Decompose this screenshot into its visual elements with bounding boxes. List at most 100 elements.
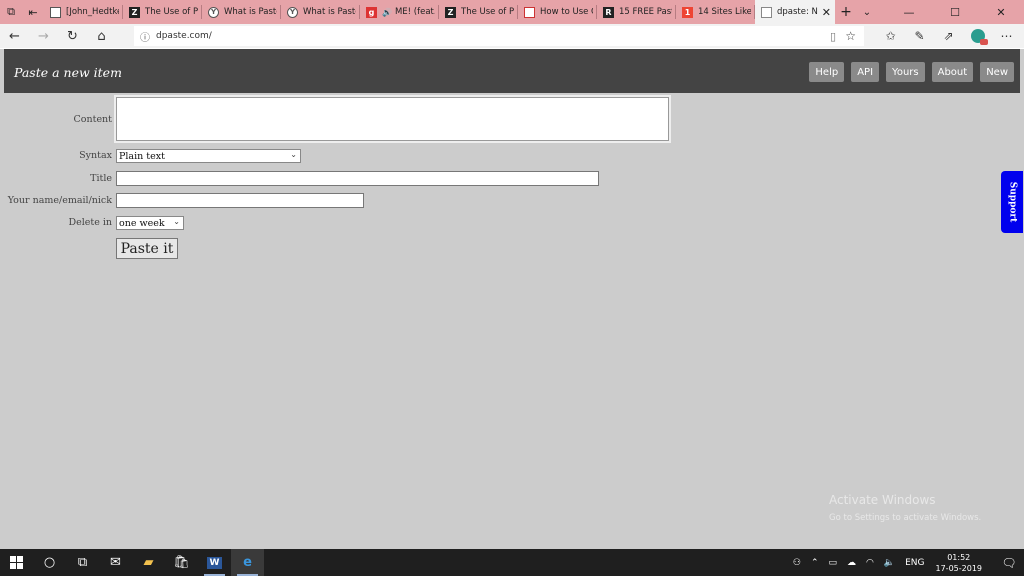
language-indicator[interactable]: ENG (900, 558, 929, 568)
address-toolbar: ← → ↻ ⌂ ⓘ dpaste.com/ ▯ ☆ ✩ ✎ ⇗ ⋯ (0, 24, 1024, 48)
wifi-icon[interactable]: ◠ (861, 558, 879, 568)
tab-strip: ⧉ ⇤ [John_Hedtke, Z The Use of Pa Y What… (0, 0, 1024, 24)
tab-label: ME! (feat. (394, 7, 435, 17)
content-label: Content (73, 114, 112, 125)
tab-set-aside-icon[interactable]: ⧉ (0, 0, 22, 24)
paste-it-button[interactable]: Paste it (116, 238, 178, 259)
site-nav: Help API Yours About New (809, 62, 1014, 82)
chevron-down-icon: ⌄ (173, 217, 180, 226)
share-icon[interactable]: ⇗ (934, 24, 963, 48)
task-view-icon[interactable]: ⧉ (66, 549, 99, 576)
pen-icon[interactable]: ✎ (905, 24, 934, 48)
web-page: Paste a new item Help API Yours About Ne… (0, 49, 1024, 549)
tab-label: The Use of Pa (145, 7, 198, 17)
support-button[interactable]: Support (1001, 171, 1023, 233)
browser-tab-active[interactable]: dpaste: N ✕ (755, 0, 835, 24)
new-tab-icon[interactable]: + (835, 0, 857, 24)
r-site-icon: R (603, 6, 614, 18)
tab-label: How to Use C (540, 7, 593, 17)
content-textarea[interactable] (114, 95, 671, 143)
notifications-icon[interactable]: 🗨 (994, 549, 1024, 576)
refresh-icon[interactable]: ↻ (58, 24, 87, 48)
browser-tools: ✩ ✎ ⇗ ⋯ (876, 24, 1021, 48)
forward-icon[interactable]: → (29, 24, 58, 48)
document-icon (50, 6, 61, 18)
delete-selected: one week (119, 217, 165, 229)
minimize-icon[interactable]: — (886, 0, 932, 24)
chevron-down-icon[interactable]: ⌄ (857, 0, 877, 24)
url-text[interactable]: dpaste.com/ (156, 31, 212, 41)
people-icon[interactable]: ⚇ (788, 558, 806, 568)
tab-label: What is Pastel (303, 7, 356, 17)
site-title: Paste a new item (14, 65, 122, 80)
browser-tab[interactable]: Z The Use of Pa (123, 0, 202, 24)
browser-tab[interactable]: Y What is Pastel (202, 0, 281, 24)
z-site-icon: Z (129, 6, 140, 18)
y-site-icon: Y (287, 6, 298, 18)
browser-tab[interactable]: 1 14 Sites Like F (676, 0, 755, 24)
browser-tab[interactable]: g 🔊 ME! (feat. (360, 0, 439, 24)
syntax-selected: Plain text (119, 150, 165, 162)
document-icon (524, 6, 535, 18)
api-link[interactable]: API (851, 62, 880, 82)
yours-link[interactable]: Yours (886, 62, 925, 82)
word-icon[interactable]: W (198, 549, 231, 576)
windows-start-icon[interactable] (0, 549, 33, 576)
chevron-up-icon[interactable]: ⌃ (806, 558, 824, 568)
reading-view-icon[interactable]: ▯ (830, 30, 836, 43)
file-explorer-icon[interactable]: ▰ (132, 549, 165, 576)
extension-icon[interactable] (963, 24, 992, 48)
red-site-icon: 1 (682, 6, 693, 18)
name-label: Your name/email/nick (7, 195, 112, 206)
search-circle-icon[interactable]: ○ (33, 549, 66, 576)
g-site-icon: g (366, 6, 377, 18)
maximize-icon[interactable]: ☐ (932, 0, 978, 24)
clock-date: 17-05-2019 (935, 563, 983, 573)
delete-select[interactable]: one week ⌄ (116, 216, 184, 230)
support-label: Support (1007, 181, 1017, 223)
chevron-down-icon: ⌄ (290, 150, 297, 159)
close-window-icon[interactable]: ✕ (978, 0, 1024, 24)
syntax-label: Syntax (79, 150, 112, 161)
address-bar[interactable]: ⓘ dpaste.com/ ▯ ☆ (134, 26, 864, 46)
favorite-star-icon[interactable]: ☆ (845, 29, 856, 43)
activate-windows-watermark: Activate Windows Go to Settings to activ… (829, 493, 981, 523)
close-tab-icon[interactable]: ✕ (818, 6, 831, 19)
browser-tab[interactable]: [John_Hedtke, (44, 0, 123, 24)
store-icon[interactable]: 🛍 (165, 549, 198, 576)
tab-label: [John_Hedtke, (66, 7, 119, 17)
system-tray: ⚇ ⌃ ▭ ☁ ◠ 🔈 ENG 01:52 17-05-2019 🗨 (788, 549, 1024, 576)
watermark-title: Activate Windows (829, 493, 936, 507)
home-icon[interactable]: ⌂ (87, 24, 116, 48)
name-input[interactable] (116, 193, 364, 208)
dpaste-site-icon (761, 6, 772, 18)
tab-label: 15 FREE Paste (619, 7, 672, 17)
clock-time: 01:52 (947, 552, 971, 562)
tabs-aside-icon[interactable]: ⇤ (22, 0, 44, 24)
back-icon[interactable]: ← (0, 24, 29, 48)
edge-icon[interactable]: e (231, 549, 264, 576)
site-info-icon[interactable]: ⓘ (134, 29, 156, 44)
new-link[interactable]: New (980, 62, 1014, 82)
favorites-icon[interactable]: ✩ (876, 24, 905, 48)
volume-icon[interactable]: 🔈 (879, 558, 900, 568)
syntax-select[interactable]: Plain text ⌄ (116, 149, 301, 163)
browser-window: ⧉ ⇤ [John_Hedtke, Z The Use of Pa Y What… (0, 0, 1024, 576)
tab-label: dpaste: N (777, 7, 818, 17)
tab-label: What is Pastel (224, 7, 277, 17)
taskbar: ○ ⧉ ✉ ▰ 🛍 W e ⚇ ⌃ ▭ ☁ ◠ 🔈 ENG 01:52 17-0… (0, 549, 1024, 576)
clock[interactable]: 01:52 17-05-2019 (930, 552, 995, 574)
about-link[interactable]: About (931, 62, 974, 82)
browser-tab[interactable]: Z The Use of Pa (439, 0, 518, 24)
onedrive-icon[interactable]: ☁ (842, 558, 861, 568)
help-link[interactable]: Help (809, 62, 845, 82)
battery-icon[interactable]: ▭ (824, 558, 843, 568)
browser-tab[interactable]: R 15 FREE Paste (597, 0, 676, 24)
tab-label: The Use of Pa (461, 7, 514, 17)
browser-tab[interactable]: How to Use C (518, 0, 597, 24)
title-input[interactable] (116, 171, 599, 186)
more-icon[interactable]: ⋯ (992, 24, 1021, 48)
speaker-icon[interactable]: 🔊 (382, 8, 392, 17)
browser-tab[interactable]: Y What is Pastel (281, 0, 360, 24)
mail-icon[interactable]: ✉ (99, 549, 132, 576)
